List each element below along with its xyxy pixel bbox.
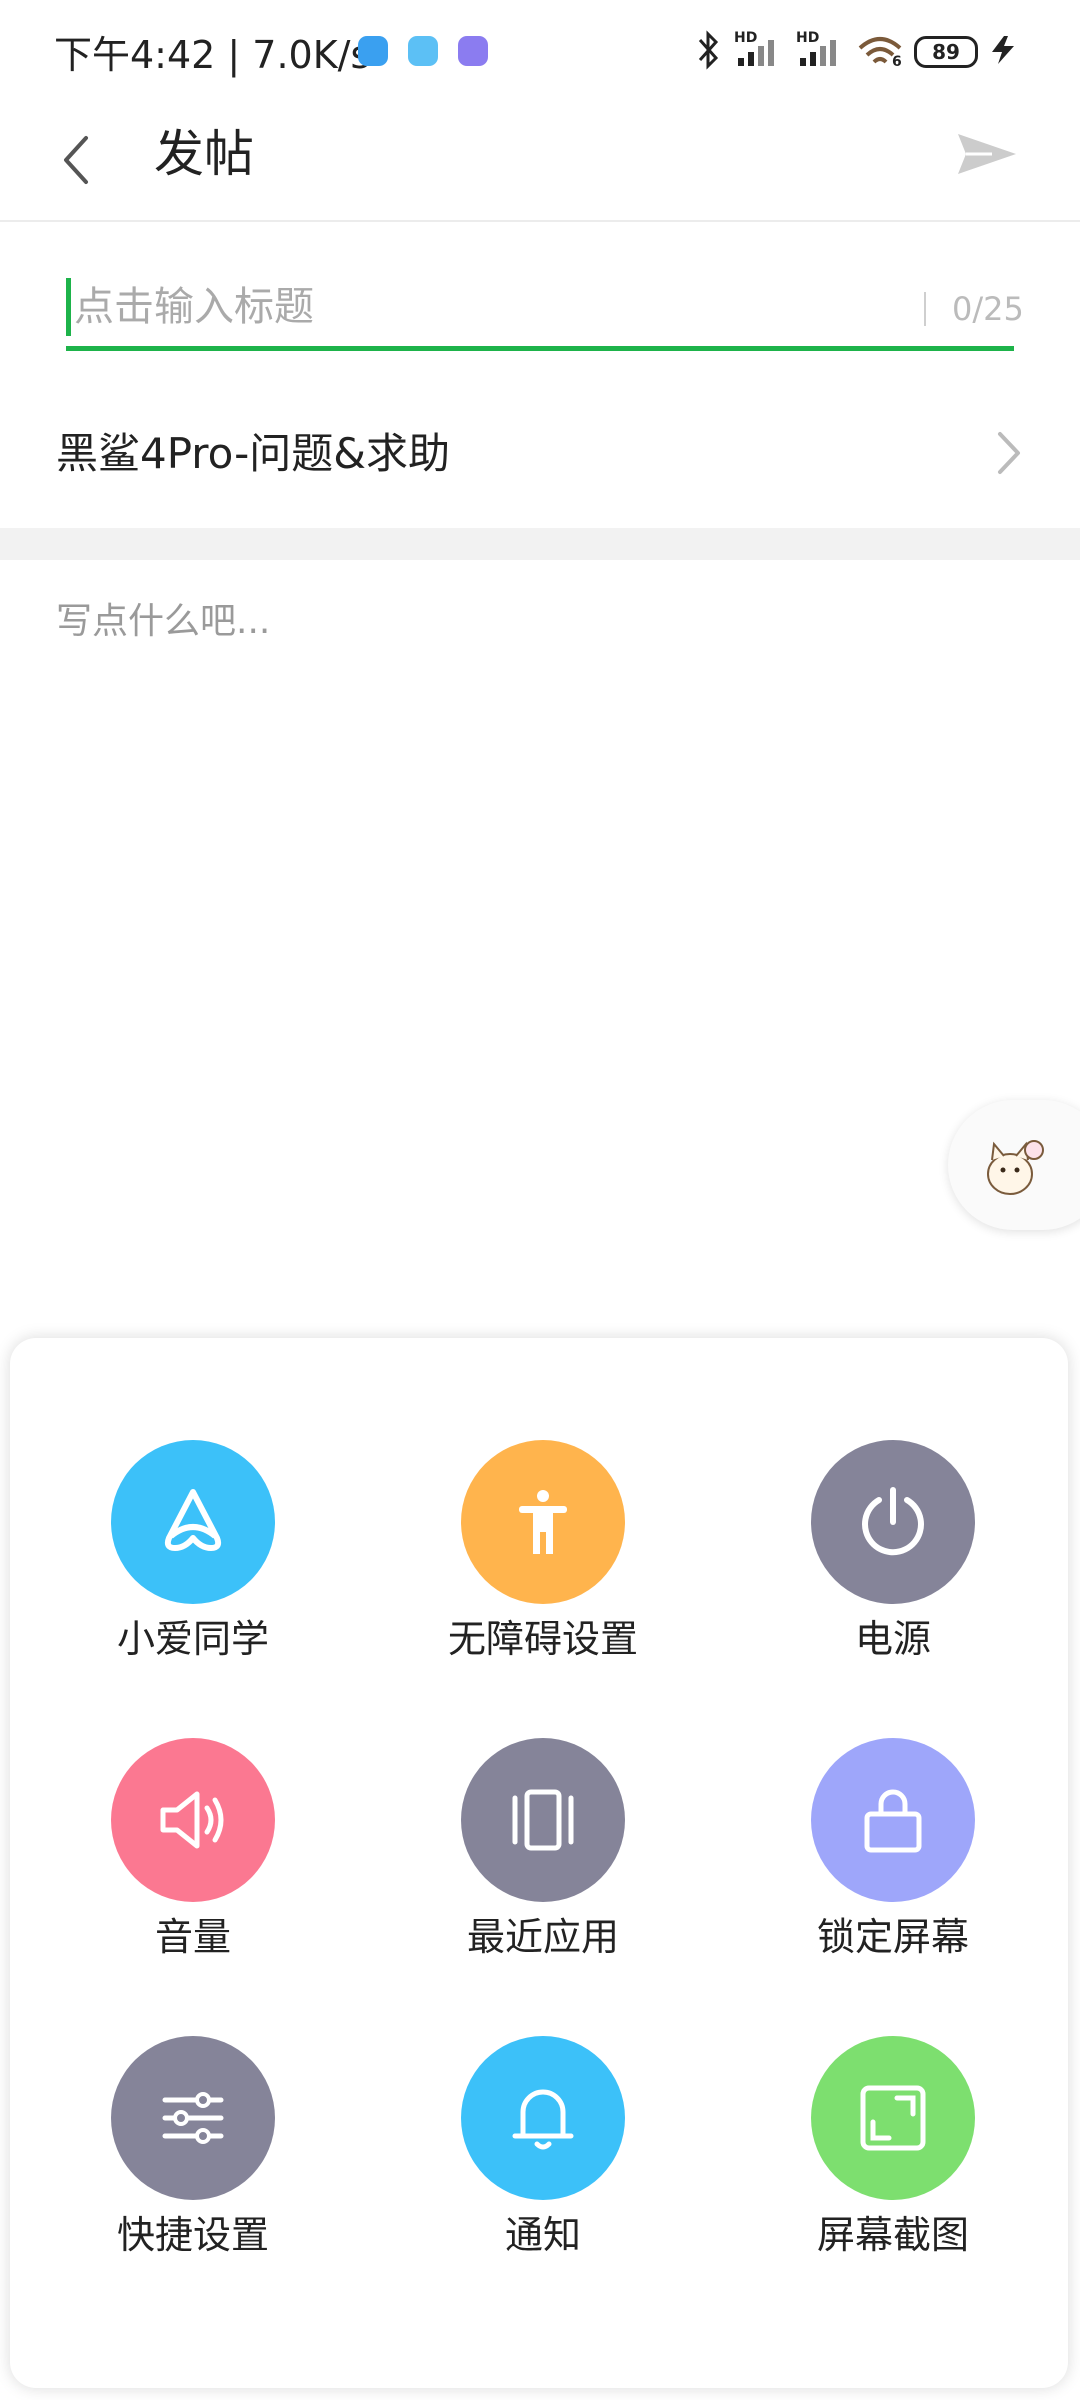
tile-label: 快捷设置 [116,2213,269,2257]
tile-icon-circle [811,1440,975,1604]
title-input-underline [66,346,1014,351]
charging-icon [992,36,1014,64]
app-header: 发帖 [0,100,1080,222]
tile-recent-apps[interactable]: 最近应用 [393,1738,693,1988]
content-editor[interactable]: 写点什么吧... [56,592,270,644]
cell-signal-icon [800,40,836,66]
forum-selector[interactable]: 黑鲨4Pro-问题&求助 [0,392,1080,512]
section-divider [0,528,1080,560]
tile-xiaoai[interactable]: 小爱同学 [43,1440,343,1690]
tile-icon-circle [111,2036,275,2200]
cat-mascot-icon [987,1140,1044,1195]
tile-notifications[interactable]: 通知 [393,2036,693,2286]
chevron-right-icon [998,432,1020,474]
send-icon[interactable] [952,118,1022,188]
recent-apps-icon [512,1789,574,1851]
notification-app-icon [458,36,488,66]
tile-label: 锁定屏幕 [816,1915,969,1959]
bell-icon [512,2089,574,2150]
title-input-field: 0/25 [66,270,1024,354]
volume-icon [160,1791,224,1849]
tile-label: 电源 [854,1617,931,1661]
wifi-badge: 6 [892,54,902,70]
tile-icon-circle [111,1738,275,1902]
tile-icon-circle [811,1738,975,1902]
cell-signal-icon [738,40,774,66]
sliders-icon [162,2092,224,2144]
tile-label: 音量 [154,1915,231,1959]
tile-label: 通知 [504,2213,581,2257]
tile-label: 屏幕截图 [816,2213,969,2257]
status-time-speed: 下午4:42 | 7.0K/s [54,33,371,77]
title-input[interactable] [74,274,874,340]
tile-icon-circle [811,2036,975,2200]
floating-assistant-button[interactable] [948,1100,1080,1230]
tile-lock-screen[interactable]: 锁定屏幕 [743,1738,1043,1988]
tile-label: 小爱同学 [116,1617,269,1661]
accessibility-icon [519,1490,567,1554]
title-char-counter: 0/25 [952,290,1024,328]
tile-power[interactable]: 电源 [743,1440,1043,1690]
battery-indicator: 89 [914,36,978,68]
counter-divider [924,292,926,326]
tile-label: 无障碍设置 [447,1617,638,1661]
tile-volume[interactable]: 音量 [43,1738,343,1988]
tile-screenshot[interactable]: 屏幕截图 [743,2036,1043,2286]
tile-icon-circle [461,2036,625,2200]
tile-icon-circle [461,1738,625,1902]
bluetooth-icon [698,30,719,70]
notification-app-icon [358,36,388,66]
notification-app-icon [408,36,438,66]
lock-icon [864,1789,922,1853]
tile-icon-circle [111,1440,275,1604]
back-arrow-icon[interactable] [52,118,112,202]
status-bar: 下午4:42 | 7.0K/s HD HD 6 89 [0,0,1080,100]
page-title: 发帖 [154,125,254,183]
screenshot-icon [860,2085,926,2151]
tile-label: 最近应用 [466,1915,619,1959]
tile-icon-circle [461,1440,625,1604]
text-caret [66,278,71,336]
forum-name: 黑鲨4Pro-问题&求助 [56,429,451,478]
power-icon [862,1487,924,1556]
tile-accessibility[interactable]: 无障碍设置 [393,1440,693,1690]
tile-quick-settings[interactable]: 快捷设置 [43,2036,343,2286]
xiaoai-icon [164,1489,222,1551]
quick-actions-panel: 小爱同学 无障碍设置 电源 音量 最近应用 锁定屏幕 快捷设置 通知 屏幕截图 [10,1338,1068,2388]
